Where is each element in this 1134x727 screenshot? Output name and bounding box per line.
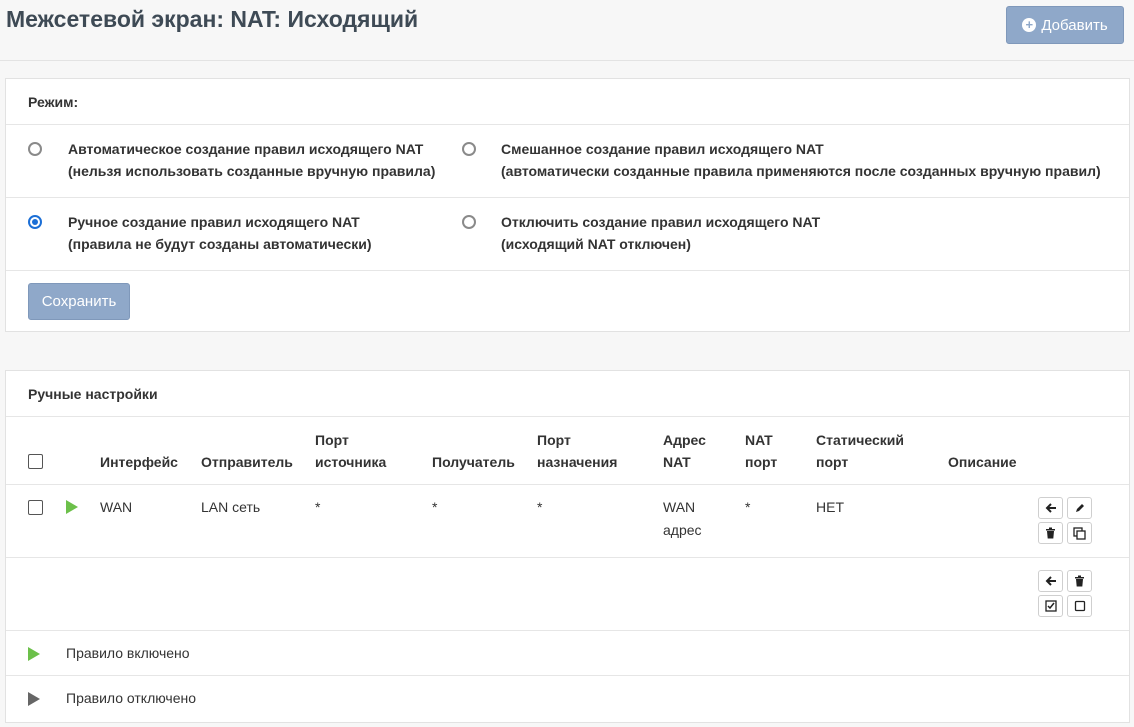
rule-enabled-icon: [28, 647, 40, 661]
row-checkbox[interactable]: [28, 500, 43, 515]
page-title: Межсетевой экран: NAT: Исходящий: [6, 6, 419, 32]
enable-selected-button[interactable]: [1038, 595, 1063, 617]
add-rule-label: Добавить: [1041, 16, 1108, 34]
mode-option-manual-line2: (правила не будут созданы автоматически): [68, 236, 372, 252]
col-source-port-line1: Порт: [315, 432, 349, 448]
page-header: Межсетевой экран: NAT: Исходящий + Добав…: [0, 0, 1134, 61]
edit-rule-button[interactable]: [1067, 497, 1092, 519]
delete-rule-button[interactable]: [1038, 522, 1063, 544]
pencil-icon: [1075, 504, 1084, 512]
cell-destination: *: [432, 499, 438, 515]
cell-nat-port: *: [745, 499, 751, 515]
move-selected-button[interactable]: [1038, 570, 1063, 592]
clone-icon: [1073, 526, 1086, 540]
divider: [6, 557, 1129, 558]
radio-hybrid[interactable]: [462, 142, 476, 156]
cell-static-port: НЕТ: [816, 499, 844, 515]
mode-option-automatic-line1: Автоматическое создание правил исходящег…: [68, 141, 424, 157]
move-rule-button[interactable]: [1038, 497, 1063, 519]
arrow-left-icon: [1045, 503, 1056, 513]
mode-row-2: Ручное создание правил исходящего NAT (п…: [6, 198, 1129, 271]
divider: [6, 484, 1129, 485]
rule-enabled-toggle-icon[interactable]: [66, 500, 78, 514]
mode-row-1: Автоматическое создание правил исходящег…: [6, 125, 1129, 198]
mode-title: Режим:: [6, 79, 1129, 125]
divider: [6, 675, 1129, 676]
manual-rules-panel: Ручные настройки Интерфейс Отправитель П…: [5, 370, 1130, 723]
select-all-checkbox[interactable]: [28, 454, 43, 469]
col-dest-port-line2: назначения: [537, 454, 618, 470]
rule-disabled-icon: [28, 692, 40, 706]
col-source: Отправитель: [201, 454, 293, 470]
mode-option-automatic-line2: (нельзя использовать созданные вручную п…: [68, 163, 436, 179]
mode-panel: Режим: Автоматическое создание правил ис…: [5, 78, 1130, 332]
col-nat-address-line2: NAT: [663, 454, 691, 470]
col-dest-port-line1: Порт: [537, 432, 571, 448]
cell-source: LAN сеть: [201, 499, 261, 515]
delete-selected-button[interactable]: [1067, 570, 1092, 592]
col-nat-address-line1: Адрес: [663, 432, 706, 448]
mode-option-manual-line1: Ручное создание правил исходящего NAT: [68, 214, 360, 230]
col-nat-port-line1: NAT: [745, 432, 773, 448]
radio-manual[interactable]: [28, 215, 42, 229]
plus-circle-icon: +: [1022, 18, 1037, 32]
col-static-port-line1: Статический: [816, 432, 904, 448]
mode-option-hybrid-line1: Смешанное создание правил исходящего NAT: [501, 141, 824, 157]
col-static-port-line2: порт: [816, 454, 849, 470]
mode-option-disabled-line2: (исходящий NAT отключен): [501, 236, 691, 252]
mode-option-hybrid-line2: (автоматически созданные правила применя…: [501, 163, 1101, 179]
clone-rule-button[interactable]: [1067, 522, 1092, 544]
mode-option-disabled-line1: Отключить создание правил исходящего NAT: [501, 214, 821, 230]
trash-icon: [1075, 575, 1084, 587]
col-description: Описание: [948, 454, 1017, 470]
cell-dest-port: *: [537, 499, 543, 515]
cell-nat-address-line2: адрес: [663, 522, 702, 538]
col-interface: Интерфейс: [100, 454, 178, 470]
legend-enabled-label: Правило включено: [66, 645, 190, 661]
radio-automatic[interactable]: [28, 142, 42, 156]
radio-disabled[interactable]: [462, 215, 476, 229]
arrow-left-icon: [1045, 576, 1056, 586]
empty-square-icon: [1074, 600, 1085, 612]
manual-rules-title: Ручные настройки: [6, 371, 1129, 417]
disable-selected-button[interactable]: [1067, 595, 1092, 617]
cell-source-port: *: [315, 499, 321, 515]
col-destination: Получатель: [432, 454, 515, 470]
trash-icon: [1046, 527, 1055, 539]
check-square-icon: [1044, 600, 1057, 612]
cell-interface: WAN: [100, 499, 133, 515]
legend-disabled-label: Правило отключено: [66, 690, 197, 706]
divider: [6, 630, 1129, 631]
add-rule-button[interactable]: + Добавить: [1006, 6, 1124, 44]
cell-nat-address-line1: WAN: [663, 499, 696, 515]
col-source-port-line2: источника: [315, 454, 387, 470]
save-button[interactable]: Сохранить: [28, 283, 130, 320]
col-nat-port-line2: порт: [745, 454, 778, 470]
